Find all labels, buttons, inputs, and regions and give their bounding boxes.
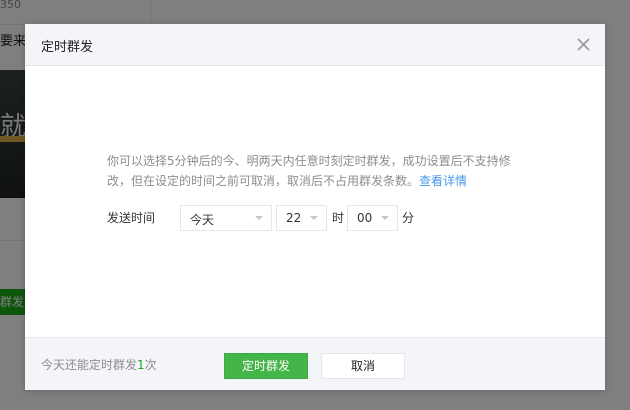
hour-select[interactable]: 22 bbox=[276, 205, 327, 231]
chevron-down-icon bbox=[381, 216, 389, 220]
minute-select[interactable]: 00 bbox=[347, 205, 398, 231]
schedule-send-button[interactable]: 定时群发 bbox=[224, 353, 308, 379]
chevron-down-icon bbox=[255, 216, 263, 220]
minute-unit-label: 分 bbox=[402, 211, 415, 225]
quota-suffix: 次 bbox=[144, 358, 157, 372]
quota-text: 今天还能定时群发1次 bbox=[41, 356, 157, 373]
close-icon[interactable] bbox=[576, 37, 591, 52]
dialog-description: 你可以选择5分钟后的今、明两天内任意时刻定时群发，成功设置后不支持修改，但在设定… bbox=[107, 151, 517, 191]
hour-unit-label: 时 bbox=[332, 211, 345, 225]
send-time-label: 发送时间 bbox=[107, 211, 156, 225]
dialog-title: 定时群发 bbox=[41, 40, 94, 55]
view-details-link[interactable]: 查看详情 bbox=[419, 174, 467, 188]
dialog-footer: 今天还能定时群发1次 定时群发 取消 bbox=[25, 337, 605, 390]
day-select[interactable]: 今天 bbox=[180, 205, 272, 231]
minute-select-value: 00 bbox=[357, 211, 373, 225]
quota-count: 1 bbox=[137, 358, 145, 372]
scheduled-send-dialog: 定时群发 你可以选择5分钟后的今、明两天内任意时刻定时群发，成功设置后不支持修改… bbox=[25, 24, 605, 390]
chevron-down-icon bbox=[310, 216, 318, 220]
cancel-button[interactable]: 取消 bbox=[321, 353, 405, 379]
dialog-header: 定时群发 bbox=[25, 24, 605, 66]
hour-select-value: 22 bbox=[286, 211, 302, 225]
quota-prefix: 今天还能定时群发 bbox=[41, 358, 138, 372]
day-select-value: 今天 bbox=[190, 213, 215, 227]
